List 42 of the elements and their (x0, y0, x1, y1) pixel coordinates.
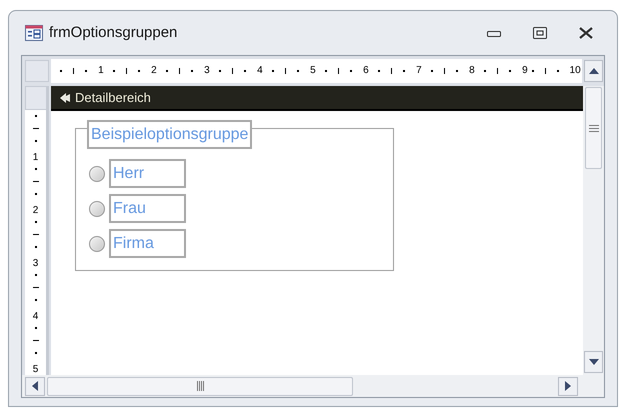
option-label: Herr (109, 159, 186, 188)
ruler-number: 1 (32, 153, 38, 163)
ruler-number: 9 (522, 66, 528, 76)
ruler-number: 4 (257, 66, 263, 76)
ruler-corner (25, 60, 49, 82)
up-arrow-icon (588, 68, 599, 74)
radio-button[interactable] (89, 236, 105, 252)
minimize-icon (487, 29, 501, 37)
option-label: Frau (109, 194, 186, 223)
ruler-number: 1 (98, 66, 104, 76)
ruler-number: 10 (570, 66, 581, 76)
option-label: Firma (109, 229, 186, 258)
section-header[interactable]: Detailbereich (51, 86, 583, 111)
vertical-scrollbar[interactable] (583, 86, 604, 375)
down-arrow-icon (588, 359, 598, 365)
ruler-number: 4 (32, 312, 38, 322)
option-group-label: Beispieloptionsgruppe (87, 120, 252, 149)
ruler-number: 5 (32, 365, 38, 375)
section-arrow-icon (59, 92, 71, 104)
ruler-number: 2 (151, 66, 157, 76)
scroll-thumb[interactable] (585, 87, 602, 169)
scroll-up-button[interactable] (584, 60, 604, 82)
scroll-thumb[interactable] (47, 376, 353, 396)
ruler-number: 3 (32, 259, 38, 269)
scroll-right-button[interactable] (558, 376, 578, 396)
scroll-down-button[interactable] (584, 351, 603, 373)
ruler-number: 6 (363, 66, 369, 76)
ruler-number: 3 (204, 66, 210, 76)
ruler-number: 2 (32, 206, 38, 216)
radio-button[interactable] (89, 166, 105, 182)
ruler-number: 5 (310, 66, 316, 76)
restore-icon (533, 27, 547, 39)
left-arrow-icon (32, 381, 38, 391)
window-title: frmOptionsgruppen (49, 22, 178, 43)
right-arrow-icon (565, 381, 571, 391)
close-icon (579, 27, 593, 39)
section-title: Detailbereich (75, 88, 151, 107)
form-icon (25, 25, 43, 41)
scroll-left-button[interactable] (25, 376, 45, 396)
radio-button[interactable] (89, 200, 105, 216)
ruler-number: 7 (416, 66, 422, 76)
ruler-number: 8 (469, 66, 475, 76)
